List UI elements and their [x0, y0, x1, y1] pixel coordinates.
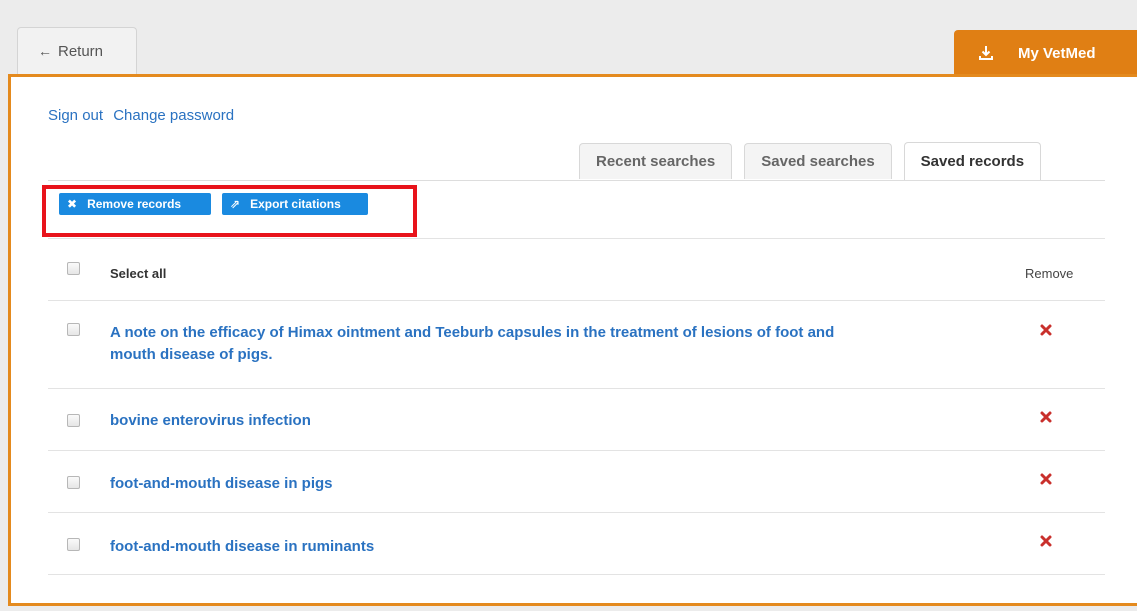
divider [48, 512, 1105, 513]
remove-x-icon[interactable] [1038, 533, 1054, 549]
auth-links: Sign out Change password [48, 107, 240, 124]
change-password-link[interactable]: Change password [113, 107, 234, 124]
record-checkbox[interactable] [67, 538, 80, 551]
saved-records-panel: Sign out Change password Recent searches… [8, 74, 1137, 606]
remove-x-icon[interactable] [1038, 322, 1054, 338]
tab-saved-searches[interactable]: Saved searches [744, 143, 892, 179]
divider [48, 388, 1105, 389]
tab-recent-searches[interactable]: Recent searches [579, 143, 733, 179]
download-icon [979, 46, 993, 60]
select-all-checkbox[interactable] [67, 262, 80, 275]
divider [48, 238, 1105, 239]
select-all-label: Select all [110, 266, 167, 281]
record-title-link[interactable]: foot-and-mouth disease in pigs [110, 473, 333, 495]
remove-records-label: Remove records [87, 197, 182, 211]
tab-bar: Recent searches Saved searches Saved rec… [579, 142, 1053, 181]
close-icon: ✖ [67, 197, 78, 211]
record-checkbox[interactable] [67, 414, 80, 427]
export-citations-label: Export citations [250, 197, 341, 211]
return-label: Return [58, 42, 104, 60]
remove-x-icon[interactable] [1038, 409, 1054, 425]
record-title-link[interactable]: A note on the efficacy of Himax ointment… [110, 322, 834, 366]
record-title-link[interactable]: foot-and-mouth disease in ruminants [110, 536, 374, 558]
remove-column-header: Remove [1025, 266, 1074, 281]
external-link-icon: ⇗ [230, 197, 241, 211]
divider [48, 300, 1105, 301]
record-title-link[interactable]: bovine enterovirus infection [110, 410, 311, 432]
tabs-divider [48, 180, 1105, 181]
record-checkbox[interactable] [67, 476, 80, 489]
record-title-line: A note on the efficacy of Himax ointment… [110, 324, 835, 341]
myvetmed-label: My VetMed [1018, 44, 1096, 62]
record-title-line: mouth disease of pigs. [110, 346, 273, 363]
record-checkbox[interactable] [67, 323, 80, 336]
divider [48, 450, 1105, 451]
return-tab[interactable]: ← Return [17, 27, 137, 74]
myvetmed-tab[interactable]: My VetMed [954, 30, 1137, 76]
sign-out-link[interactable]: Sign out [48, 107, 103, 124]
back-arrow-icon: ← [38, 43, 52, 59]
remove-x-icon[interactable] [1038, 471, 1054, 487]
tab-saved-records[interactable]: Saved records [903, 142, 1042, 180]
divider [48, 574, 1105, 575]
export-citations-button[interactable]: ⇗ Export citations [222, 193, 368, 215]
remove-records-button[interactable]: ✖ Remove records [59, 193, 211, 215]
